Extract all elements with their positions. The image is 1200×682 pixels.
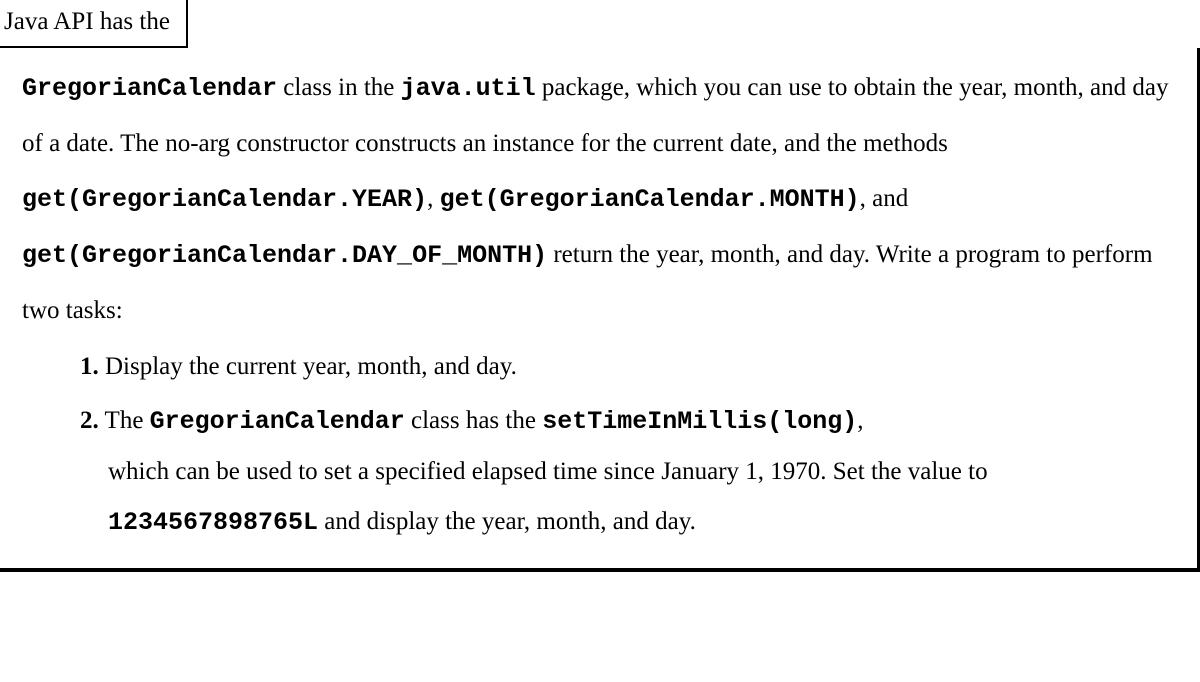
paragraph-1: GregorianCalendar class in the java.util…: [22, 60, 1169, 338]
task-list: 1. Display the current year, month, and …: [22, 342, 1169, 548]
text-seg-4: , and: [860, 185, 909, 212]
code-get-day: get(GregorianCalendar.DAY_OF_MONTH): [22, 241, 547, 270]
header-lead-text: Java API has the: [4, 8, 170, 35]
task-2-continuation: which can be used to set a specified ela…: [80, 447, 1169, 548]
task-2-seg1: The: [99, 407, 150, 434]
task-number-2: 2.: [80, 407, 99, 434]
code-long-value: 1234567898765L: [108, 508, 318, 537]
task-number-1: 1.: [80, 353, 99, 380]
text-seg-1: class in the: [277, 74, 401, 101]
code-gregorian-calendar: GregorianCalendar: [22, 74, 277, 103]
task-2-seg3b: which can be used to set a specified ela…: [108, 458, 988, 485]
code-settimeinmillis: setTimeInMillis(long): [542, 407, 857, 436]
task-1-text: Display the current year, month, and day…: [99, 353, 517, 380]
task-item-2: 2. The GregorianCalendar class has the s…: [80, 396, 1169, 548]
code-java-util: java.util: [401, 74, 536, 103]
header-lead-box: Java API has the: [0, 0, 188, 48]
code-gregorian-calendar-2: GregorianCalendar: [150, 407, 405, 436]
task-2-seg2: class has the: [405, 407, 542, 434]
code-get-month: get(GregorianCalendar.MONTH): [440, 185, 860, 214]
main-content: GregorianCalendar class in the java.util…: [0, 48, 1200, 572]
task-2-seg3: ,: [857, 407, 863, 434]
task-item-1: 1. Display the current year, month, and …: [80, 342, 1169, 392]
text-seg-3: ,: [427, 185, 440, 212]
code-get-year: get(GregorianCalendar.YEAR): [22, 185, 427, 214]
task-2-seg4: and display the year, month, and day.: [318, 508, 696, 535]
